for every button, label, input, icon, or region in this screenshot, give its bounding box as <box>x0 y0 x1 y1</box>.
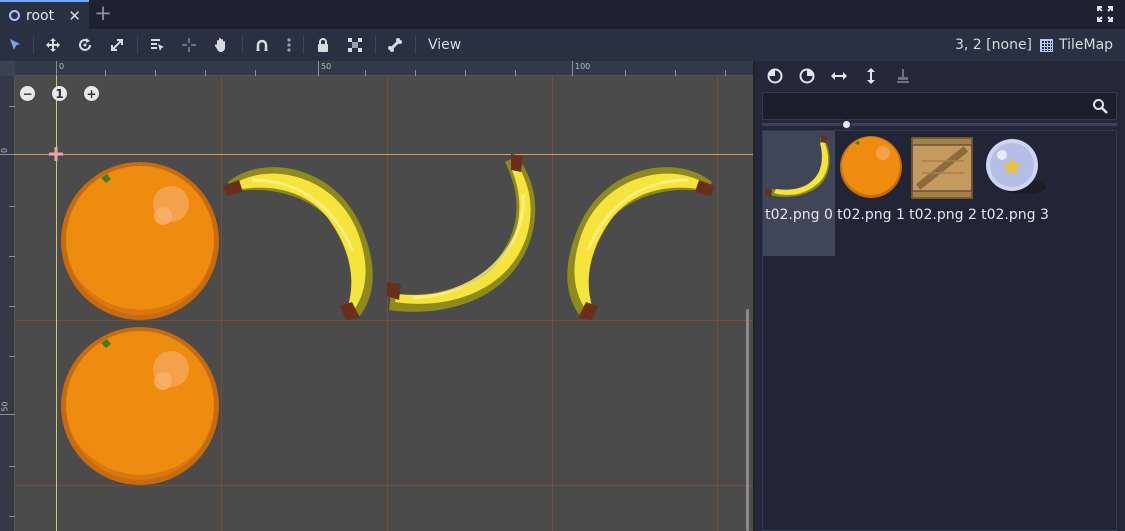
tilemap-canvas[interactable] <box>15 76 753 531</box>
toolbar-separator <box>303 36 304 54</box>
banana-tile[interactable] <box>552 154 716 320</box>
tilemap-grid-icon <box>1040 38 1053 52</box>
add-tab-button[interactable]: + <box>92 3 114 25</box>
cell-coordinates-readout: 3, 2 [none] <box>955 37 1033 53</box>
tile-item-3[interactable]: t02.png 3 <box>979 131 1051 256</box>
thumbnail-size-slider[interactable] <box>762 119 1117 130</box>
ruler-tick <box>572 61 573 76</box>
flip-horizontal-icon[interactable] <box>829 66 849 86</box>
scene-tab-bar: root ✕ + <box>0 0 1125 29</box>
tile-item-0[interactable]: t02.png 0 <box>763 131 835 256</box>
fullscreen-icon[interactable] <box>1097 6 1113 22</box>
palette-toolbar <box>765 66 913 90</box>
rotate-icon[interactable] <box>75 35 95 55</box>
list-select-icon[interactable] <box>147 35 167 55</box>
ruler-tick <box>318 61 319 76</box>
toolbar-separator <box>242 36 243 54</box>
bone-icon[interactable] <box>385 35 405 55</box>
viewport-scrollbar[interactable] <box>746 309 749 531</box>
close-icon[interactable]: ✕ <box>68 7 81 25</box>
tile-palette-panel: t02.png 0 t02.png 1 t02.png 2 t02.png 3 <box>755 61 1125 531</box>
tile-item-label: t02.png 1 <box>837 207 905 223</box>
tile-item-1[interactable]: t02.png 1 <box>835 131 907 256</box>
tab-root[interactable]: root ✕ <box>0 0 89 29</box>
orange-tile[interactable] <box>59 327 221 489</box>
tile-item-label: t02.png 0 <box>765 207 833 223</box>
banana-tile[interactable] <box>387 154 551 320</box>
tab-label: root <box>26 7 55 24</box>
toolbar-separator <box>33 36 34 54</box>
slider-knob[interactable] <box>841 119 852 130</box>
orange-tile[interactable] <box>59 162 221 324</box>
flip-vertical-icon[interactable] <box>861 66 881 86</box>
lock-icon[interactable] <box>313 35 333 55</box>
grid-line <box>717 76 718 531</box>
rotate-right-icon[interactable] <box>797 66 817 86</box>
ruler-tick <box>56 61 57 76</box>
orange-thumbnail <box>840 136 902 198</box>
magnet-icon[interactable] <box>252 35 272 55</box>
ruler-tick <box>0 154 15 155</box>
ruler-label: 0 <box>59 62 65 71</box>
vertical-dots-icon[interactable] <box>279 35 299 55</box>
search-icon <box>1093 99 1108 114</box>
hand-icon[interactable] <box>211 35 231 55</box>
horizontal-ruler: 0 50 100 <box>15 61 753 76</box>
toolbar-separator <box>375 36 376 54</box>
group-icon[interactable] <box>345 35 365 55</box>
scale-icon[interactable] <box>107 35 127 55</box>
banana-thumbnail <box>766 135 830 197</box>
banana-tile[interactable] <box>222 154 386 320</box>
slider-track <box>762 123 1117 126</box>
tile-item-label: t02.png 3 <box>981 207 1049 223</box>
tilemap-label: TileMap <box>1059 37 1114 53</box>
toolbar-separator <box>415 36 416 54</box>
canvas-toolbar: View 3, 2 [none] TileMap <box>0 29 1125 61</box>
ruler-label: 0 <box>0 147 10 154</box>
ruler-tick <box>0 414 15 415</box>
canvas-viewport[interactable]: 0 50 100 0 50 − 1 + <box>0 61 754 531</box>
zoom-controls: − 1 + <box>20 86 99 101</box>
zoom-in-button[interactable]: + <box>84 86 99 101</box>
toolbar-separator <box>137 36 138 54</box>
crystal-ball-thumbnail <box>986 139 1046 194</box>
tile-search-input[interactable] <box>762 92 1117 120</box>
cursor-arrow-icon[interactable] <box>5 35 25 55</box>
view-menu-button[interactable]: View <box>428 37 461 53</box>
pivot-icon[interactable] <box>179 35 199 55</box>
ruler-label: 50 <box>321 62 332 71</box>
move-arrows-icon[interactable] <box>43 35 63 55</box>
ruler-corner <box>0 61 15 76</box>
vertical-ruler: 0 50 <box>0 76 15 531</box>
tile-list: t02.png 0 t02.png 1 t02.png 2 t02.png 3 <box>762 130 1117 531</box>
origin-y-axis <box>56 76 57 531</box>
tile-item-2[interactable]: t02.png 2 <box>907 131 979 256</box>
zoom-out-button[interactable]: − <box>20 86 35 101</box>
tile-item-label: t02.png 2 <box>909 207 977 223</box>
ruler-label: 100 <box>575 62 591 71</box>
clear-transform-icon[interactable] <box>893 66 913 86</box>
rotate-left-icon[interactable] <box>765 66 785 86</box>
cursor-cell-marker <box>49 147 63 161</box>
ruler-label: 50 <box>0 401 10 412</box>
scene-node-icon <box>9 10 20 21</box>
tilemap-menu-button[interactable]: TileMap <box>1040 35 1113 55</box>
zoom-reset-button[interactable]: 1 <box>52 86 67 101</box>
crate-thumbnail <box>911 137 973 199</box>
